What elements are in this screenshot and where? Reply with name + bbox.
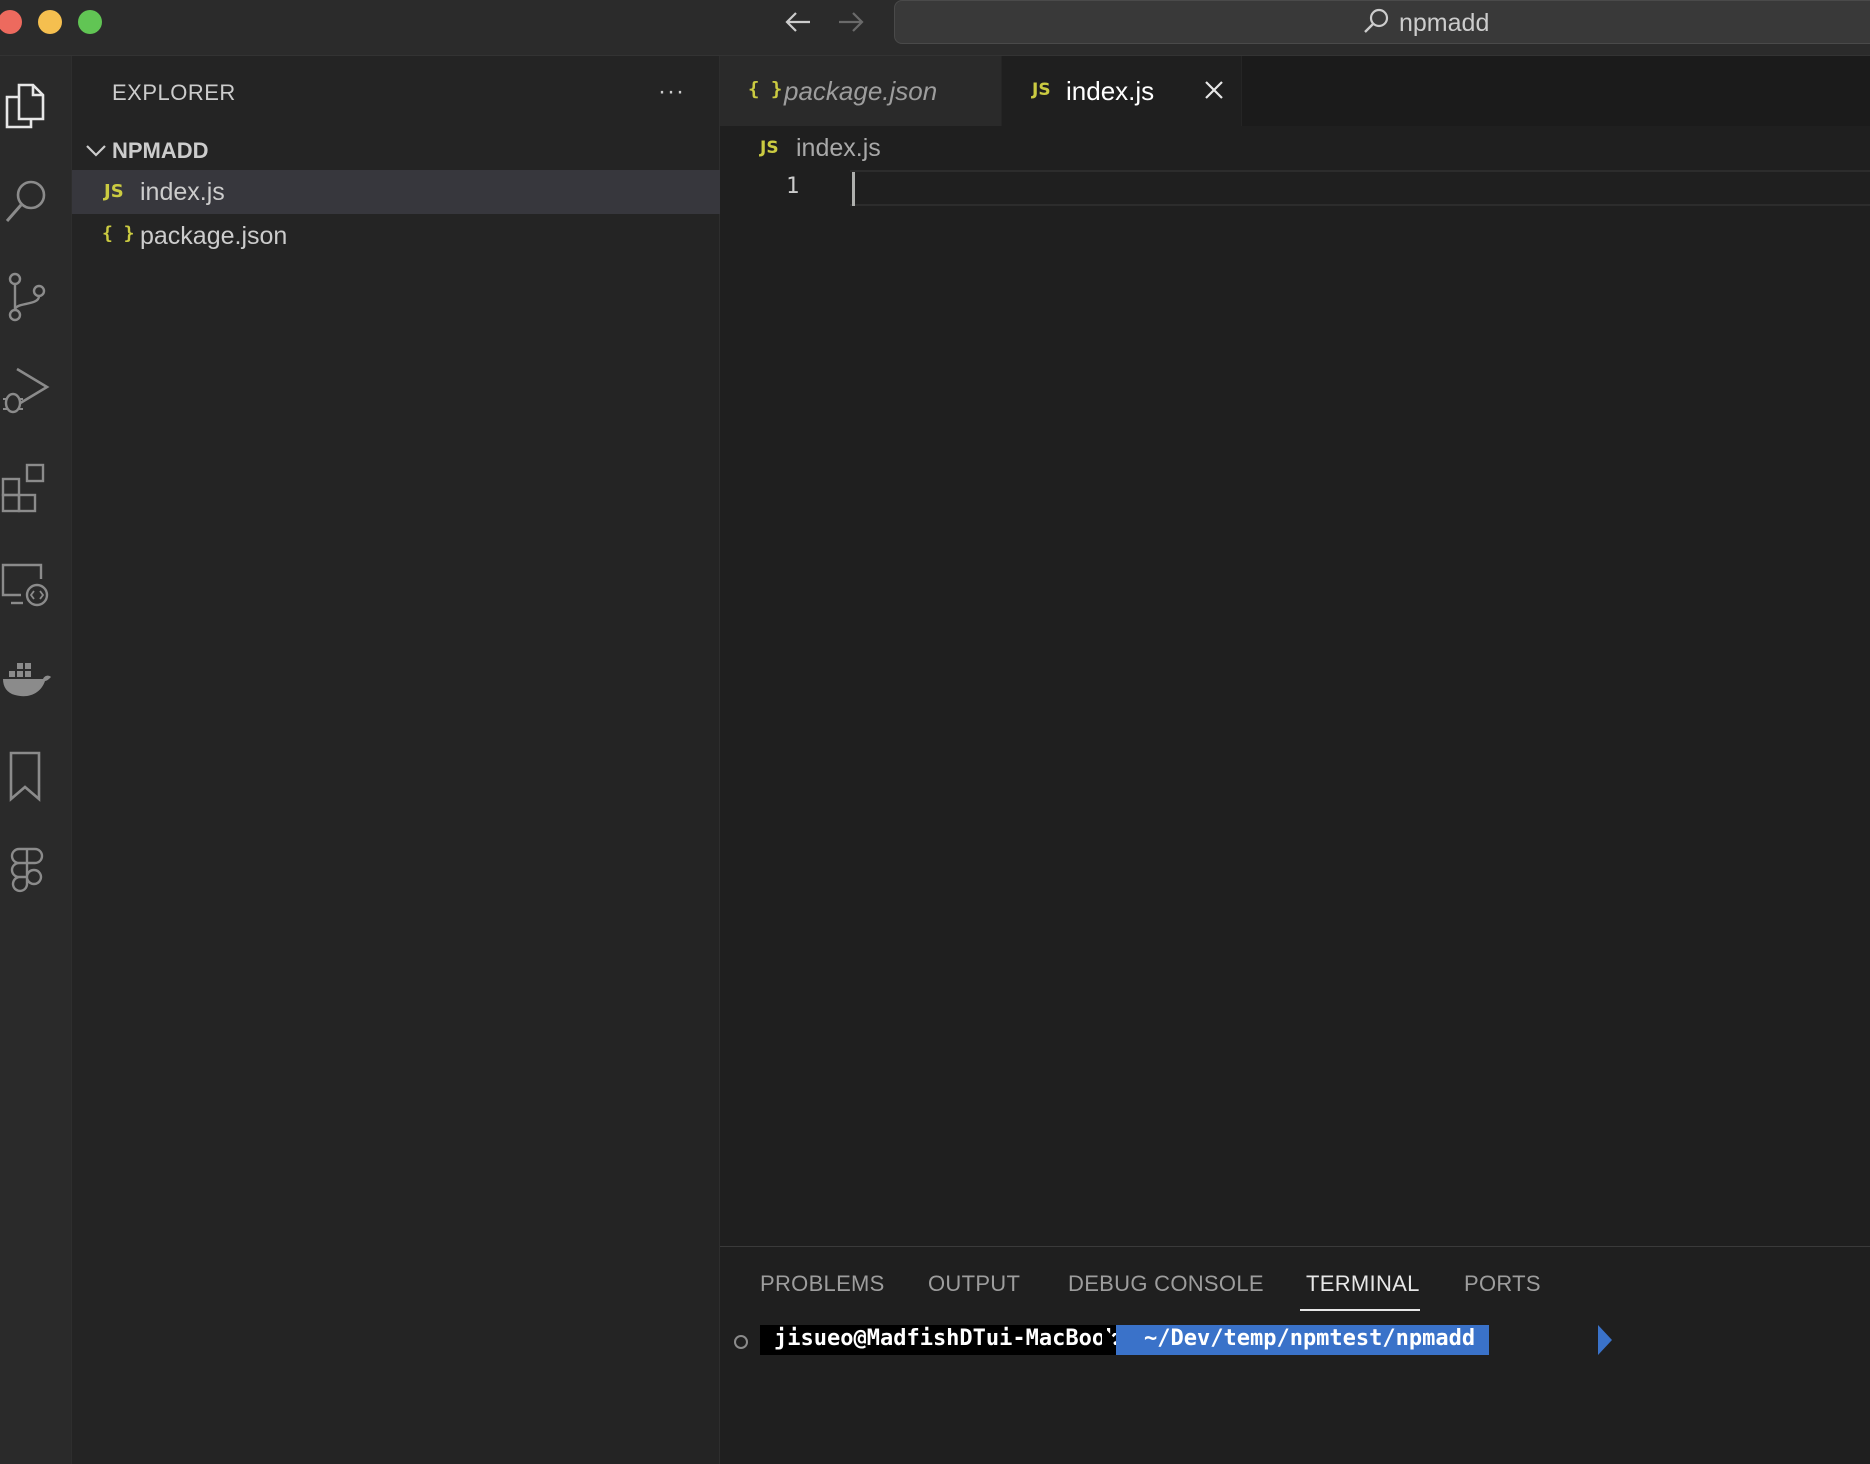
javascript-file-icon: JS: [1032, 80, 1051, 100]
prompt-path: ~/Dev/temp/npmtest/npmadd: [1116, 1325, 1490, 1355]
run-debug-icon: [3, 367, 50, 414]
run-debug-button[interactable]: [0, 362, 52, 418]
javascript-file-icon: JS: [760, 138, 779, 158]
tab-label: package.json: [784, 76, 938, 106]
maximize-window-button[interactable]: [78, 10, 102, 34]
arrow-right-icon: [839, 12, 864, 32]
text-cursor: [852, 172, 855, 206]
minimize-window-button[interactable]: [38, 10, 62, 34]
title-bar: npmadd: [0, 0, 1870, 56]
folder-root[interactable]: NPMADD: [72, 132, 720, 170]
tab-package-json[interactable]: { } package.json: [720, 56, 1002, 126]
javascript-file-icon: JS: [104, 181, 124, 202]
docker-button[interactable]: [0, 652, 52, 708]
bottom-panel: PROBLEMS OUTPUT DEBUG CONSOLE TERMINAL P…: [720, 1246, 1870, 1464]
command-center-search[interactable]: npmadd: [894, 0, 1870, 44]
docker-icon: [3, 663, 51, 697]
tab-index-js[interactable]: JS index.js: [1002, 56, 1242, 126]
chevron-down-icon: [86, 145, 106, 157]
prompt-end-icon: [1598, 1325, 1612, 1355]
line-number: 1: [786, 174, 800, 199]
source-control-icon: [8, 272, 46, 322]
more-actions-button[interactable]: ···: [658, 78, 685, 106]
remote-explorer-icon: [1, 563, 49, 607]
explorer-button[interactable]: [0, 78, 52, 134]
extensions-icon: [1, 463, 45, 513]
file-name: index.js: [140, 178, 225, 206]
active-tab-indicator: [1300, 1309, 1420, 1311]
close-tab-button[interactable]: [1200, 76, 1228, 104]
search-view-button[interactable]: [0, 174, 52, 230]
figma-button[interactable]: [0, 844, 52, 900]
arrow-left-icon: [785, 12, 810, 32]
folder-name: NPMADD: [112, 138, 209, 163]
json-file-icon: { }: [102, 223, 135, 244]
tab-label: index.js: [1066, 76, 1155, 106]
search-icon: [5, 180, 46, 222]
bookmarks-button[interactable]: [0, 748, 52, 804]
extensions-button[interactable]: [0, 460, 52, 516]
file-item-index-js[interactable]: JS index.js: [72, 170, 720, 214]
files-icon: [5, 83, 45, 129]
activity-bar: [0, 56, 72, 1464]
file-item-package-json[interactable]: { } package.json: [72, 214, 720, 258]
tab-terminal[interactable]: TERMINAL: [1306, 1271, 1420, 1297]
go-back-button[interactable]: [780, 6, 816, 38]
file-name: package.json: [140, 222, 288, 250]
close-icon: [1205, 81, 1223, 99]
breadcrumb-file: index.js: [796, 134, 881, 162]
prompt-separator-icon: [1102, 1325, 1116, 1355]
go-forward-button[interactable]: [833, 6, 869, 38]
explorer-sidebar: EXPLORER ··· NPMADD JS index.js { } pack…: [72, 56, 720, 1464]
search-text: npmadd: [1399, 9, 1490, 37]
tab-ports[interactable]: PORTS: [1464, 1271, 1541, 1297]
remote-explorer-button[interactable]: [0, 556, 52, 612]
source-control-button[interactable]: [0, 270, 52, 326]
tab-problems[interactable]: PROBLEMS: [760, 1271, 885, 1297]
json-file-icon: { }: [748, 78, 783, 100]
figma-icon: [10, 847, 44, 893]
close-window-button[interactable]: [0, 10, 22, 34]
tab-debug-console[interactable]: DEBUG CONSOLE: [1068, 1271, 1264, 1297]
tab-output[interactable]: OUTPUT: [928, 1271, 1020, 1297]
editor-tab-bar: { } package.json JS index.js: [720, 56, 1870, 126]
bookmark-icon: [9, 751, 41, 802]
sidebar-title: EXPLORER: [112, 80, 236, 105]
circle-icon: [734, 1335, 748, 1349]
search-icon: [1364, 8, 1389, 33]
code-editor[interactable]: 1: [720, 166, 1870, 1246]
current-line-highlight: [850, 170, 1870, 206]
